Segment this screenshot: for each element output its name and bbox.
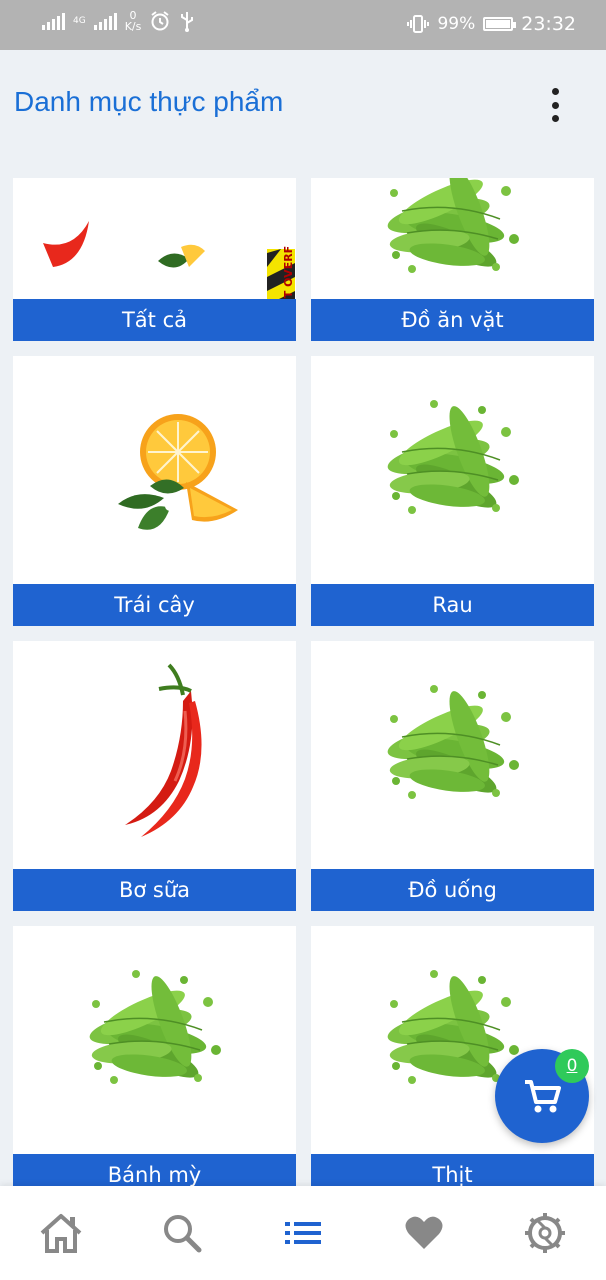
category-card-snacks[interactable]: Đồ ăn vặt [311, 178, 594, 341]
app-bar: Danh mục thực phẩm [0, 50, 606, 160]
signal-icon [42, 12, 65, 30]
nav-search-button[interactable] [152, 1203, 212, 1263]
category-card-bread[interactable]: Bánh mỳ [13, 926, 296, 1186]
category-card-all[interactable]: RIGHT OVERF Tất cả [13, 178, 296, 341]
heart-icon [405, 1216, 443, 1249]
red-chili-image [13, 641, 296, 869]
cart-count-badge: 0 [555, 1049, 589, 1083]
nav-favorites-button[interactable] [394, 1203, 454, 1263]
usb-icon [181, 12, 194, 32]
category-card-fruit[interactable]: Trái cây [13, 356, 296, 626]
status-bar-right: 99% 23:32 [407, 13, 576, 35]
overflow-warning: RIGHT OVERF [282, 246, 295, 299]
cart-icon [525, 1080, 561, 1113]
category-label: Bơ sữa [13, 869, 296, 911]
snow-peas-image [311, 641, 594, 869]
category-label: Thịt [311, 1154, 594, 1186]
category-label: Bánh mỳ [13, 1154, 296, 1186]
nav-settings-button[interactable] [515, 1203, 575, 1263]
battery-percent: 99% [437, 14, 476, 34]
category-label: Rau [311, 584, 594, 626]
chili-lemon-image: RIGHT OVERF [13, 178, 296, 299]
status-bar: 4G 0 K/s 99% 23:32 [0, 0, 606, 50]
category-label: Đồ ăn vặt [311, 299, 594, 341]
settings-icon [525, 1213, 566, 1253]
nav-home-button[interactable] [31, 1203, 91, 1263]
category-grid-viewport[interactable]: RIGHT OVERF Tất cả Đồ ăn vặt Trái cây Ra… [0, 178, 606, 1186]
home-icon [40, 1214, 81, 1253]
orange-slices-image [13, 356, 296, 584]
snow-peas-image [13, 926, 296, 1154]
more-vert-icon[interactable] [548, 88, 562, 122]
list-icon [284, 1222, 321, 1244]
category-label: Tất cả [13, 299, 296, 341]
nav-categories-button[interactable] [273, 1203, 333, 1263]
snow-peas-image [311, 356, 594, 584]
snow-peas-image [311, 178, 594, 299]
net-speed-unit: K/s [124, 20, 142, 33]
category-card-dairy[interactable]: Bơ sữa [13, 641, 296, 911]
category-grid: RIGHT OVERF Tất cả Đồ ăn vặt Trái cây Ra… [13, 178, 594, 1186]
battery-icon [483, 17, 517, 31]
category-label: Trái cây [13, 584, 296, 626]
net-speed: 0 K/s [125, 10, 142, 32]
category-label: Đồ uống [311, 869, 594, 911]
page-title: Danh mục thực phẩm [14, 86, 284, 117]
cart-count: 0 [566, 1056, 578, 1076]
status-bar-left: 4G 0 K/s [42, 10, 195, 32]
network-type-label: 4G [73, 16, 86, 26]
category-card-drinks[interactable]: Đồ uống [311, 641, 594, 911]
category-card-vegetables[interactable]: Rau [311, 356, 594, 626]
vibrate-icon [407, 15, 430, 33]
signal-icon-2 [93, 12, 117, 30]
alarm-icon [151, 11, 169, 31]
clock: 23:32 [521, 13, 576, 35]
search-icon [163, 1215, 202, 1253]
bottom-nav [0, 1186, 606, 1280]
